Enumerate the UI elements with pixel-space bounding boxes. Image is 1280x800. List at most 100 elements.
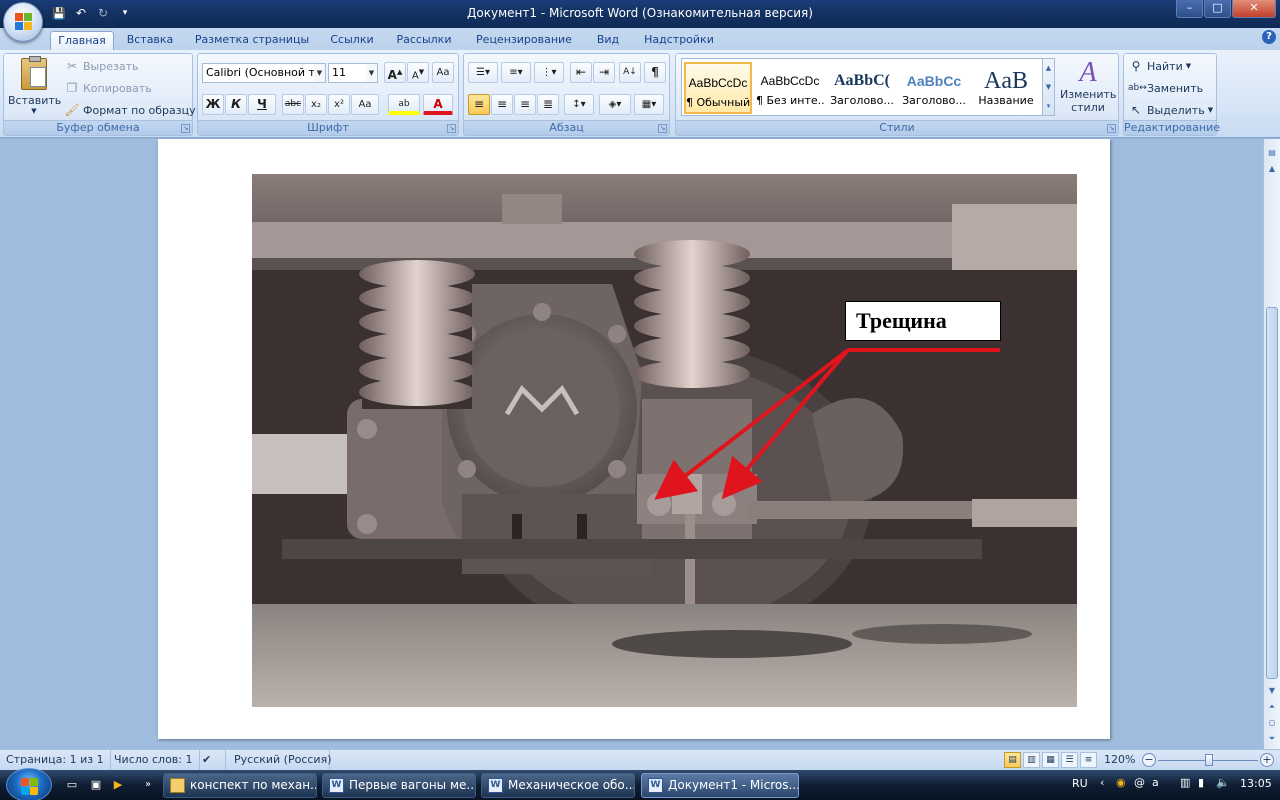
underline-button[interactable]: Ч	[248, 94, 276, 115]
chevron-up-icon[interactable]: ▲	[1043, 59, 1054, 78]
web-layout-icon[interactable]: ▦	[1042, 752, 1059, 768]
outline-icon[interactable]: ☰	[1061, 752, 1078, 768]
bogie-photo[interactable]: Трещина	[252, 174, 1077, 707]
italic-button[interactable]: К	[225, 94, 247, 115]
network-icon[interactable]: ▥	[1180, 776, 1190, 789]
office-button[interactable]	[3, 2, 43, 42]
find-button[interactable]: ⚲ Найти ▼	[1128, 56, 1192, 76]
format-painter-button[interactable]: 🖌 Формат по образцу	[64, 100, 195, 120]
style-no-spacing[interactable]: AaBbCcDc ¶ Без инте...	[756, 62, 824, 114]
tab-home[interactable]: Главная	[50, 31, 114, 50]
cut-button[interactable]: ✂ Вырезать	[64, 56, 139, 76]
previous-page-icon[interactable]: ⏶	[1266, 701, 1278, 713]
tray-app-icon[interactable]: a	[1152, 776, 1159, 789]
ruler-toggle-icon[interactable]: ▤	[1266, 147, 1278, 159]
zoom-in-icon[interactable]: +	[1260, 753, 1274, 767]
clear-format-button[interactable]: Aa	[432, 62, 454, 83]
dialog-launcher-icon[interactable]: ↘	[447, 124, 456, 133]
scroll-thumb[interactable]	[1266, 307, 1278, 679]
tab-mailings[interactable]: Рассылки	[390, 31, 458, 50]
superscript-button[interactable]: x²	[328, 94, 350, 115]
align-right-icon[interactable]: ≡	[514, 94, 536, 115]
page-count[interactable]: Страница: 1 из 1	[0, 750, 111, 771]
zoom-level[interactable]: 120%	[1098, 750, 1141, 771]
zoom-slider-thumb[interactable]	[1205, 754, 1213, 766]
change-styles-button[interactable]: A Изменить стили	[1060, 58, 1116, 120]
style-normal[interactable]: AaBbCcDc ¶ Обычный	[684, 62, 752, 114]
close-button[interactable]: ✕	[1232, 0, 1276, 18]
document-page[interactable]: Трещина	[158, 139, 1110, 739]
paste-button[interactable]: Вставить ▼	[8, 56, 61, 120]
increase-indent-icon[interactable]: ⇥	[593, 62, 615, 83]
chevron-down-icon[interactable]: ▼	[1266, 685, 1278, 697]
task-folder[interactable]: конспект по механ...	[163, 773, 317, 798]
language-indicator[interactable]: Русский (Россия)	[228, 750, 332, 771]
explorer-icon[interactable]: ▭	[64, 777, 80, 793]
subscript-button[interactable]: x₂	[305, 94, 327, 115]
style-title[interactable]: AaB Название	[972, 62, 1040, 114]
select-button[interactable]: ↖ Выделить ▼	[1128, 100, 1213, 120]
font-color-button[interactable]: A	[423, 94, 453, 115]
task-word-doc-active[interactable]: W Документ1 - Micros...	[641, 773, 799, 798]
font-name-combo[interactable]: Calibri (Основной текст)▼	[202, 63, 326, 83]
tab-addins[interactable]: Надстройки	[638, 31, 720, 50]
align-center-icon[interactable]: ≡	[491, 94, 513, 115]
chevron-down-icon[interactable]: ▼	[366, 64, 377, 82]
more-icon[interactable]: ▾	[1043, 97, 1054, 115]
sort-icon[interactable]: А↓	[619, 62, 641, 83]
next-page-icon[interactable]: ⏷	[1266, 733, 1278, 745]
dialog-launcher-icon[interactable]: ↘	[658, 124, 667, 133]
chevron-down-icon[interactable]: ▼	[1043, 78, 1054, 97]
decrease-indent-icon[interactable]: ⇤	[570, 62, 592, 83]
proofing-icon[interactable]: ✔	[196, 750, 226, 771]
borders-icon[interactable]: ▦▾	[634, 94, 664, 115]
bold-button[interactable]: Ж	[202, 94, 224, 115]
start-button[interactable]	[6, 768, 52, 800]
task-word-doc-2[interactable]: W Механическое обо...	[481, 773, 635, 798]
full-screen-reading-icon[interactable]: ▥	[1023, 752, 1040, 768]
shrink-font-button[interactable]: A▼	[407, 62, 429, 83]
strikethrough-button[interactable]: abc	[282, 94, 304, 115]
volume-icon[interactable]: 🔈	[1216, 776, 1230, 789]
print-layout-icon[interactable]: ▤	[1004, 752, 1021, 768]
dialog-launcher-icon[interactable]: ↘	[1107, 124, 1116, 133]
chevron-down-icon[interactable]: ▼	[314, 64, 325, 82]
zoom-out-icon[interactable]: −	[1142, 753, 1156, 767]
numbering-icon[interactable]: ≡▾	[501, 62, 531, 83]
tab-review[interactable]: Рецензирование	[470, 31, 578, 50]
bullets-icon[interactable]: ☰▾	[468, 62, 498, 83]
draft-icon[interactable]: ≡	[1080, 752, 1097, 768]
multilevel-list-icon[interactable]: ⋮▾	[534, 62, 564, 83]
line-spacing-icon[interactable]: ↕▾	[564, 94, 594, 115]
style-heading-1[interactable]: AaBbC( Заголово...	[828, 62, 896, 114]
gallery-scroll[interactable]: ▲ ▼ ▾	[1042, 58, 1055, 116]
browse-object-icon[interactable]: ○	[1266, 717, 1278, 729]
tray-app-icon[interactable]: @	[1134, 776, 1145, 789]
vertical-scrollbar[interactable]: ▤ ▲ ▼ ⏶ ○ ⏷	[1263, 139, 1280, 749]
highlight-button[interactable]: ab	[388, 94, 420, 115]
align-left-icon[interactable]: ≡	[468, 94, 490, 115]
input-language[interactable]: RU	[1072, 777, 1088, 790]
tab-insert[interactable]: Вставка	[120, 31, 180, 50]
justify-icon[interactable]: ≣	[537, 94, 559, 115]
style-heading-2[interactable]: AaBbCc Заголово...	[900, 62, 968, 114]
clock[interactable]: 13:05	[1240, 777, 1272, 790]
font-size-combo[interactable]: 11 ▼	[328, 63, 378, 83]
media-player-icon[interactable]: ▶	[110, 777, 126, 793]
minimize-button[interactable]: –	[1176, 0, 1203, 18]
copy-button[interactable]: ❐ Копировать	[64, 78, 152, 98]
power-icon[interactable]: ▮	[1198, 776, 1204, 789]
shading-icon[interactable]: ◈▾	[599, 94, 631, 115]
maximize-button[interactable]: □	[1204, 0, 1231, 18]
grow-font-button[interactable]: A▲	[384, 62, 406, 83]
tab-page-layout[interactable]: Разметка страницы	[190, 31, 314, 50]
help-icon[interactable]: ?	[1262, 30, 1276, 44]
more-icon[interactable]: »	[140, 777, 156, 793]
show-desktop-icon[interactable]: ▣	[88, 777, 104, 793]
tray-app-icon[interactable]: ◉	[1116, 776, 1126, 789]
chevron-left-icon[interactable]: ‹	[1100, 776, 1104, 789]
show-marks-button[interactable]: ¶	[644, 62, 666, 83]
chevron-up-icon[interactable]: ▲	[1266, 163, 1278, 175]
tab-view[interactable]: Вид	[590, 31, 626, 50]
dialog-launcher-icon[interactable]: ↘	[181, 124, 190, 133]
